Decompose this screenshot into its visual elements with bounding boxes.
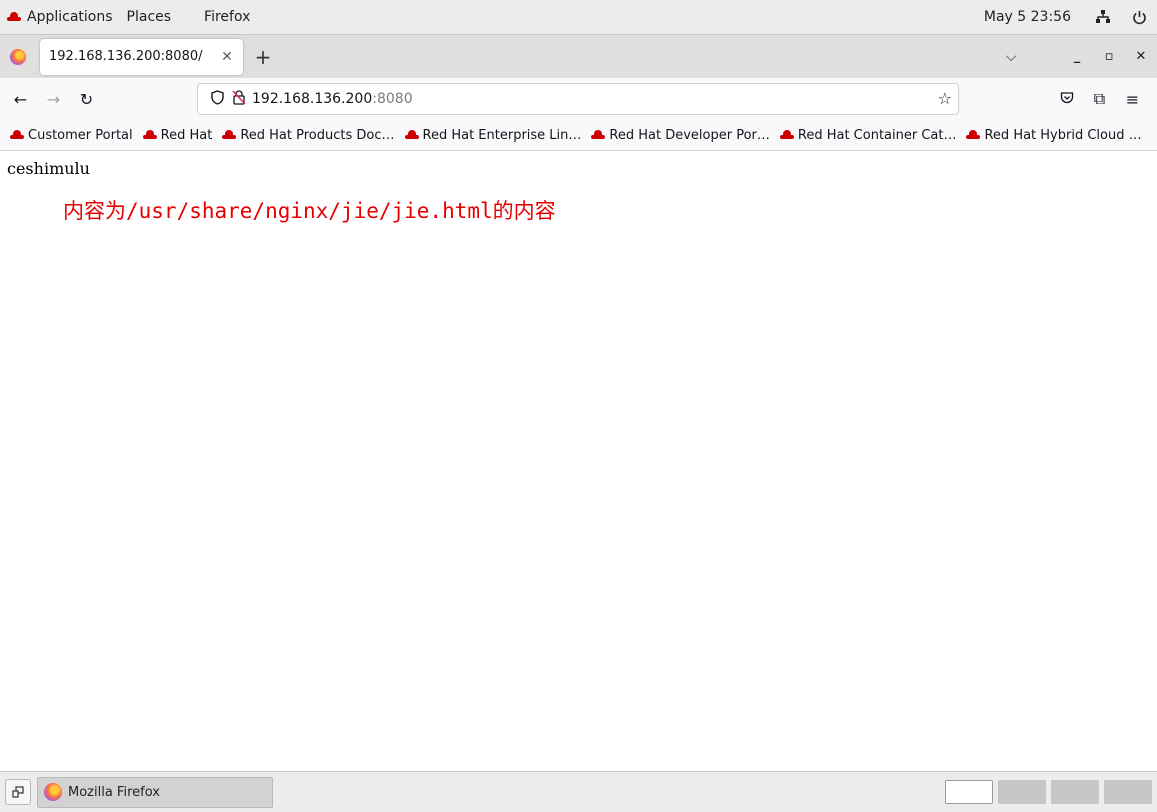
close-window-icon[interactable]: ✕ xyxy=(1125,49,1157,64)
applications-menu[interactable]: Applications xyxy=(0,0,120,34)
new-tab-button[interactable]: + xyxy=(247,45,279,69)
tab-title: 192.168.136.200:8080/ xyxy=(49,49,203,64)
pocket-icon[interactable] xyxy=(1050,90,1083,109)
reload-icon[interactable]: ↻ xyxy=(70,90,103,109)
bookmark-item[interactable]: Red Hat xyxy=(142,128,212,143)
redhat-logo-icon xyxy=(966,130,981,140)
tracking-protection-shield-icon[interactable] xyxy=(206,89,228,109)
applications-label: Applications xyxy=(27,9,113,25)
places-label: Places xyxy=(126,9,172,25)
workspace-2[interactable] xyxy=(998,780,1046,804)
redhat-logo-icon xyxy=(10,130,24,140)
workspace-3[interactable] xyxy=(1051,780,1099,804)
window-list-taskbar: Mozilla Firefox xyxy=(0,771,1157,812)
bookmark-item[interactable]: Red Hat Hybrid Cloud … xyxy=(966,128,1142,143)
workspace-4[interactable] xyxy=(1104,780,1152,804)
bookmark-star-icon[interactable]: ☆ xyxy=(938,89,952,108)
url-port: :8080 xyxy=(372,91,413,107)
insecure-lock-icon[interactable] xyxy=(228,89,250,109)
clock[interactable]: May 5 23:56 xyxy=(970,9,1085,25)
app-menu-firefox[interactable]: Firefox xyxy=(178,0,257,34)
maximize-icon[interactable]: ▫ xyxy=(1093,49,1125,64)
bookmark-item[interactable]: Customer Portal xyxy=(10,128,133,143)
firefox-icon xyxy=(44,783,62,801)
page-content: ceshimulu 内容为/usr/share/nginx/jie/jie.ht… xyxy=(0,151,1157,771)
app-menu-label: Firefox xyxy=(204,9,251,25)
hamburger-menu-icon[interactable]: ≡ xyxy=(1116,90,1149,109)
close-tab-icon[interactable]: ✕ xyxy=(219,49,235,65)
taskbar-window-label: Mozilla Firefox xyxy=(68,784,160,800)
navigation-toolbar: ← → ↻ 192.168.136.200:8080 ☆ ⧉ ≡ xyxy=(0,78,1157,120)
firefox-view-icon[interactable] xyxy=(10,48,26,65)
url-bar[interactable]: 192.168.136.200:8080 ☆ xyxy=(197,83,959,115)
redhat-logo-icon xyxy=(222,130,237,140)
redhat-logo-icon xyxy=(779,130,794,140)
list-all-tabs-chevron-down-icon[interactable]: ⌵ xyxy=(991,49,1031,65)
places-menu[interactable]: Places xyxy=(120,0,179,34)
top-menu: Applications Places Firefox xyxy=(0,0,257,34)
redhat-logo-icon xyxy=(7,12,21,22)
tab-strip: 192.168.136.200:8080/ ✕ + ⌵ _ ▫ ✕ xyxy=(0,35,1157,78)
tab-active[interactable]: 192.168.136.200:8080/ ✕ xyxy=(40,38,243,75)
url-host: 192.168.136.200 xyxy=(252,91,373,107)
redhat-logo-icon xyxy=(404,130,419,140)
bookmark-item[interactable]: Red Hat Developer Por… xyxy=(591,128,770,143)
bookmarks-toolbar: Customer Portal Red Hat Red Hat Products… xyxy=(0,120,1157,151)
power-icon[interactable] xyxy=(1121,10,1157,25)
toolbar-right-buttons: ⧉ ≡ xyxy=(1050,78,1149,120)
page-message: 内容为/usr/share/nginx/jie/jie.html的内容 xyxy=(63,199,556,223)
page-heading: ceshimulu xyxy=(7,159,90,178)
bookmark-item[interactable]: Red Hat Container Cat… xyxy=(779,128,956,143)
extensions-puzzle-icon[interactable]: ⧉ xyxy=(1083,89,1116,109)
network-icon[interactable] xyxy=(1085,10,1121,24)
bookmark-item[interactable]: Red Hat Products Doc… xyxy=(222,128,395,143)
gnome-top-bar: Applications Places Firefox May 5 23:56 xyxy=(0,0,1157,35)
redhat-logo-icon xyxy=(591,130,606,140)
bookmark-item[interactable]: Red Hat Enterprise Lin… xyxy=(404,128,581,143)
forward-arrow-icon[interactable]: → xyxy=(37,90,70,109)
workspace-1[interactable] xyxy=(945,780,993,804)
show-desktop-icon[interactable] xyxy=(5,779,31,805)
redhat-logo-icon xyxy=(142,130,157,140)
taskbar-window-firefox[interactable]: Mozilla Firefox xyxy=(37,776,273,808)
back-arrow-icon[interactable]: ← xyxy=(4,90,37,109)
minimize-icon[interactable]: _ xyxy=(1061,49,1093,64)
